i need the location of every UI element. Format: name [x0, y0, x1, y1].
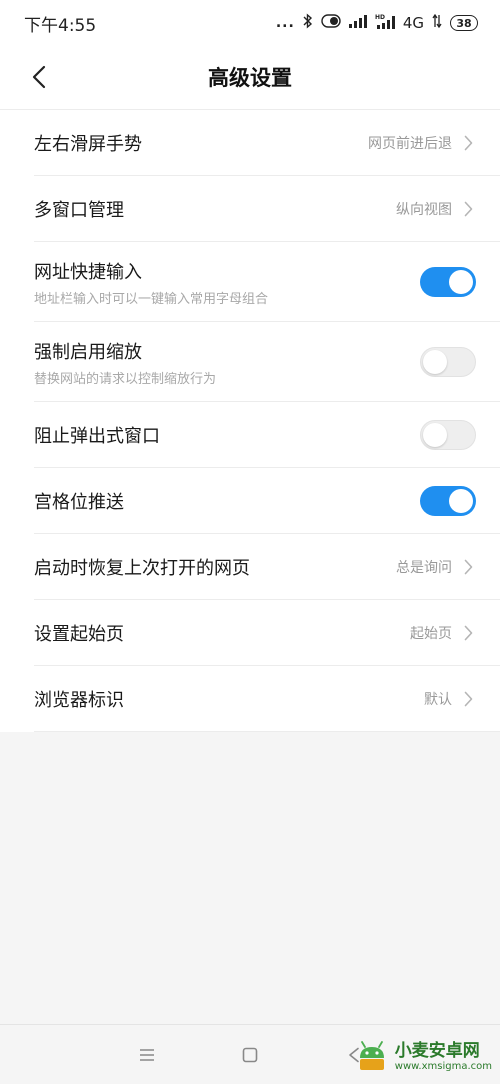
- setting-force-zoom-desc: 替换网站的请求以控制缩放行为: [34, 371, 217, 387]
- status-icons: ... HD 4G 38: [276, 13, 478, 33]
- chevron-right-icon: [460, 201, 476, 217]
- chevron-right-icon: [460, 691, 476, 707]
- toggle-knob: [449, 489, 473, 513]
- setting-gesture-label: 左右滑屏手势: [34, 134, 142, 155]
- setting-multi-window-value: 纵向视图: [396, 202, 452, 218]
- toggle-knob: [423, 350, 447, 374]
- setting-block-popup[interactable]: 阻止弹出式窗口: [0, 402, 500, 468]
- watermark-url: www.xmsigma.com: [394, 1060, 492, 1072]
- setting-start-page-text: 设置起始页: [34, 620, 410, 646]
- toggle-status-icon: [321, 14, 341, 32]
- setting-url-input-text: 网址快捷输入 地址栏输入时可以一键输入常用字母组合: [34, 258, 420, 307]
- setting-block-popup-text: 阻止弹出式窗口: [34, 422, 420, 448]
- watermark: 小麦安卓网 www.xmsigma.com: [355, 1038, 492, 1076]
- setting-restore-value: 总是询问: [396, 560, 452, 576]
- toggle-knob: [449, 270, 473, 294]
- menu-button[interactable]: [137, 1045, 157, 1065]
- setting-restore-text: 启动时恢复上次打开的网页: [34, 554, 396, 580]
- back-arrow-icon: [32, 65, 46, 89]
- setting-gesture[interactable]: 左右滑屏手势 网页前进后退: [0, 110, 500, 176]
- battery-icon: 38: [450, 15, 478, 31]
- setting-gesture-value: 网页前进后退: [368, 136, 452, 152]
- page-title: 高级设置: [208, 66, 292, 90]
- signal-icon: [348, 14, 367, 32]
- status-time: 下午4:55: [24, 15, 97, 36]
- home-square-icon: [242, 1047, 258, 1063]
- hd-signal-icon: HD: [375, 13, 395, 33]
- setting-restore-label: 启动时恢复上次打开的网页: [34, 558, 250, 579]
- home-button[interactable]: [240, 1045, 260, 1065]
- setting-grid-push-text: 宫格位推送: [34, 488, 420, 514]
- android-logo-icon: [355, 1038, 389, 1076]
- setting-restore[interactable]: 启动时恢复上次打开的网页 总是询问: [0, 534, 500, 600]
- chevron-right-icon: [460, 625, 476, 641]
- setting-multi-window-label: 多窗口管理: [34, 200, 124, 221]
- setting-user-agent-label: 浏览器标识: [34, 690, 124, 711]
- grid-push-toggle[interactable]: [420, 486, 476, 516]
- network-type: 4G: [402, 14, 424, 32]
- bluetooth-icon: [303, 13, 313, 33]
- setting-url-input[interactable]: 网址快捷输入 地址栏输入时可以一键输入常用字母组合: [0, 242, 500, 322]
- setting-url-input-label: 网址快捷输入: [34, 261, 142, 283]
- watermark-name: 小麦安卓网: [394, 1041, 480, 1062]
- setting-block-popup-label: 阻止弹出式窗口: [34, 426, 160, 447]
- block-popup-toggle[interactable]: [420, 420, 476, 450]
- status-bar: 下午4:55 ... HD 4G 38: [0, 0, 500, 46]
- menu-icon: [140, 1049, 154, 1061]
- force-zoom-toggle[interactable]: [420, 347, 476, 377]
- setting-start-page-value: 起始页: [410, 626, 452, 642]
- setting-gesture-text: 左右滑屏手势: [34, 130, 368, 156]
- setting-force-zoom-label: 强制启用缩放: [34, 341, 142, 363]
- watermark-text: 小麦安卓网 www.xmsigma.com: [395, 1042, 492, 1072]
- setting-user-agent[interactable]: 浏览器标识 默认: [0, 666, 500, 732]
- setting-start-page[interactable]: 设置起始页 起始页: [0, 600, 500, 666]
- setting-url-input-desc: 地址栏输入时可以一键输入常用字母组合: [34, 291, 269, 307]
- setting-grid-push[interactable]: 宫格位推送: [0, 468, 500, 534]
- toggle-knob: [423, 423, 447, 447]
- more-dots-icon: ...: [275, 15, 295, 31]
- chevron-right-icon: [460, 135, 476, 151]
- setting-start-page-label: 设置起始页: [34, 624, 124, 645]
- setting-user-agent-value: 默认: [424, 692, 452, 708]
- setting-grid-push-label: 宫格位推送: [34, 492, 124, 513]
- setting-force-zoom[interactable]: 强制启用缩放 替换网站的请求以控制缩放行为: [0, 322, 500, 402]
- setting-force-zoom-text: 强制启用缩放 替换网站的请求以控制缩放行为: [34, 338, 420, 387]
- back-button[interactable]: [24, 62, 54, 92]
- setting-multi-window-text: 多窗口管理: [34, 196, 396, 222]
- chevron-right-icon: [460, 559, 476, 575]
- settings-list: 左右滑屏手势 网页前进后退 多窗口管理 纵向视图 网址快捷输入 地址栏输入时可以…: [0, 110, 500, 732]
- header: 高级设置: [0, 46, 500, 110]
- setting-multi-window[interactable]: 多窗口管理 纵向视图: [0, 176, 500, 242]
- url-input-toggle[interactable]: [420, 267, 476, 297]
- data-arrows-icon: [432, 13, 442, 32]
- setting-user-agent-text: 浏览器标识: [34, 686, 424, 712]
- svg-text:HD: HD: [375, 14, 385, 21]
